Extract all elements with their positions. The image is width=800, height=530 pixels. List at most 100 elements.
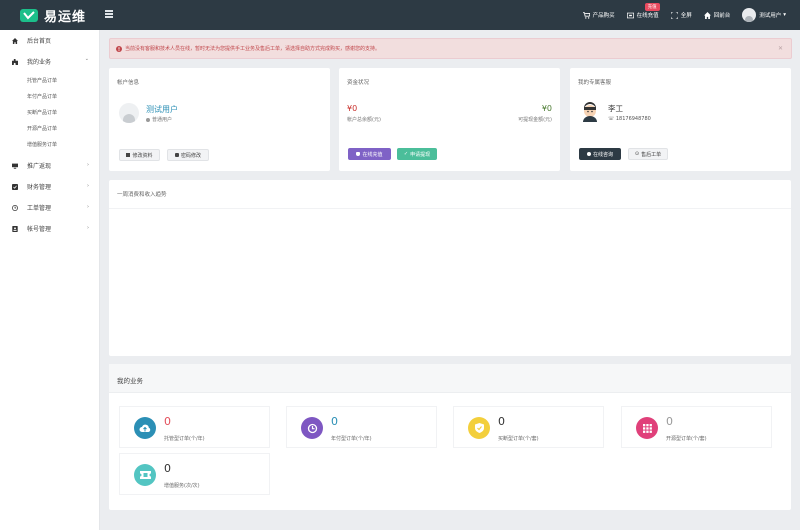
sidebar-subitem-label: 买断产品订单 xyxy=(27,109,58,116)
wallet-icon xyxy=(626,12,634,18)
business-item-label: 增值服务(次/次) xyxy=(164,483,200,489)
business-item-opensource[interactable]: 0 开源型订单(个/套) xyxy=(621,406,772,448)
top-link-recharge-label: 在线充值 xyxy=(636,13,659,19)
close-icon[interactable]: ✕ xyxy=(778,45,783,52)
account-user-type-label: 普通用户 xyxy=(152,117,173,123)
recharge-button[interactable]: 在线充值 xyxy=(348,148,391,160)
balance-value: ¥0 xyxy=(347,104,358,113)
offline-alert: 当前没有客服和技术人员在线，暂时无法为您提供手工业务及售后工单，请选择自助方式完… xyxy=(109,38,792,59)
business-item-label: 开源型订单(个/套) xyxy=(666,436,707,442)
lock-icon xyxy=(174,153,179,157)
status-dot-icon xyxy=(146,117,150,122)
card-title: 资金状况 xyxy=(347,80,370,86)
business-item-label: 年付型订单(个/年) xyxy=(331,436,372,442)
sidebar-subitem-label: 增值服务订单 xyxy=(27,141,58,148)
trend-chart-card: 一周消费和收入趋势 xyxy=(109,180,791,356)
account-user-type: 普通用户 xyxy=(146,116,172,123)
sidebar-item-business[interactable]: 我的业务 ⌄ xyxy=(0,51,99,72)
chevron-right-icon: › xyxy=(87,162,89,168)
sidebar-item-tickets[interactable]: 工单管理 › xyxy=(0,197,99,218)
sidebar-item-label: 我的业务 xyxy=(27,59,52,66)
sidebar-item-label: 财务管理 xyxy=(27,184,52,191)
aftersale-ticket-label: 售后工单 xyxy=(641,151,662,158)
chevron-right-icon: › xyxy=(87,183,89,189)
card-title: 我的专属客服 xyxy=(578,80,612,86)
sidebar-subitem-hosted-orders[interactable]: 托管产品订单 xyxy=(0,72,99,88)
shield-icon xyxy=(356,152,361,156)
cart-icon xyxy=(582,11,590,19)
user-menu-label: 测试用户 xyxy=(759,13,782,19)
check-icon: ✓ xyxy=(403,151,409,157)
chevron-right-icon: › xyxy=(87,225,89,231)
change-password-label: 密码修改 xyxy=(180,152,201,159)
change-password-button[interactable]: 密码修改 xyxy=(167,149,209,161)
menu-toggle-icon[interactable] xyxy=(105,10,113,18)
sidebar-subitem-label: 托管产品订单 xyxy=(27,77,58,84)
id-card-icon xyxy=(12,225,18,232)
shield-check-icon xyxy=(468,417,490,439)
home-icon xyxy=(12,37,18,44)
business-item-value: 0 xyxy=(498,415,505,428)
business-item-addon[interactable]: 0 增值服务(次/次) xyxy=(119,453,270,495)
check-square-icon xyxy=(12,183,18,190)
cloud-upload-icon xyxy=(134,417,156,439)
recharge-badge: 充值 xyxy=(644,3,660,11)
sidebar-subitem-addon-orders[interactable]: 增值服务订单 xyxy=(0,136,99,152)
business-item-annual[interactable]: 0 年付型订单(个/年) xyxy=(286,406,437,448)
fullscreen-icon xyxy=(670,11,678,19)
card-title: 帐户信息 xyxy=(117,80,140,86)
sidebar-subitem-opensource-orders[interactable]: 开源产品订单 xyxy=(0,120,99,136)
service-phone: ☏ 18176948780 xyxy=(608,116,651,122)
sidebar-item-label: 后台首页 xyxy=(27,38,52,45)
history-icon xyxy=(301,417,323,439)
top-link-frontend-label: 回前台 xyxy=(713,13,731,19)
chat-icon xyxy=(586,152,591,156)
sidebar-item-referral[interactable]: 推广返现 › xyxy=(0,155,99,176)
user-menu[interactable]: 测试用户 ▾ xyxy=(742,8,786,22)
grid-icon xyxy=(636,417,658,439)
brand-logo[interactable]: 易运维 xyxy=(0,0,100,30)
sidebar-item-label: 推广返现 xyxy=(27,163,52,170)
service-avatar xyxy=(580,102,600,122)
card-title: 一周消费和收入趋势 xyxy=(117,192,167,198)
top-link-buy-label: 产品购买 xyxy=(592,13,615,19)
ticket-icon: ⊙ xyxy=(634,151,640,157)
sidebar-subitem-label: 年付产品订单 xyxy=(27,93,58,100)
sidebar: 后台首页 我的业务 ⌄ 托管产品订单 年付产品订单 买断产品订单 开源产品订单 … xyxy=(0,30,100,530)
sidebar-item-finance[interactable]: 财务管理 › xyxy=(0,176,99,197)
logo-mark-icon xyxy=(20,8,38,22)
alert-circle-icon xyxy=(116,45,122,52)
sidebar-item-dashboard[interactable]: 后台首页 xyxy=(0,30,99,51)
consult-button[interactable]: 在线咨询 xyxy=(579,148,621,160)
business-item-buyout[interactable]: 0 买断型订单(个/套) xyxy=(453,406,604,448)
puzzle-icon xyxy=(12,58,18,65)
top-link-buy[interactable]: 产品购买 xyxy=(582,11,615,19)
sidebar-subitem-label: 开源产品订单 xyxy=(27,125,58,132)
recharge-label: 在线充值 xyxy=(362,151,383,158)
consult-label: 在线咨询 xyxy=(592,151,613,158)
top-link-fullscreen[interactable]: 全屏 xyxy=(670,11,692,19)
clock-icon xyxy=(12,204,18,211)
business-item-hosted[interactable]: 0 托管型订单(个/年) xyxy=(119,406,270,448)
service-phone-number: 18176948780 xyxy=(615,116,651,122)
sidebar-item-account[interactable]: 帐号管理 › xyxy=(0,218,99,239)
top-link-recharge[interactable]: 在线充值 充值 xyxy=(626,3,660,19)
account-avatar xyxy=(119,103,139,123)
business-item-label: 买断型订单(个/套) xyxy=(498,436,539,442)
account-info-card: 帐户信息 测试用户 普通用户 修改资料 密码修改 xyxy=(109,68,330,171)
edit-profile-label: 修改资料 xyxy=(132,152,153,159)
edit-icon xyxy=(126,153,131,157)
withdraw-button[interactable]: ✓ 申请提现 xyxy=(397,148,437,160)
sidebar-subitem-annual-orders[interactable]: 年付产品订单 xyxy=(0,88,99,104)
chevron-down-icon: ⌄ xyxy=(84,56,89,62)
business-item-value: 0 xyxy=(666,415,673,428)
sidebar-subitem-buyout-orders[interactable]: 买断产品订单 xyxy=(0,104,99,120)
phone-icon: ☏ xyxy=(608,116,616,122)
top-link-frontend[interactable]: 回前台 xyxy=(703,11,731,19)
withdrawable-label: 可提现金额(元) xyxy=(518,117,552,123)
aftersale-ticket-button[interactable]: ⊙ 售后工单 xyxy=(628,148,668,160)
withdraw-label: 申请提现 xyxy=(410,151,431,158)
top-link-fullscreen-label: 全屏 xyxy=(680,13,692,19)
edit-profile-button[interactable]: 修改资料 xyxy=(119,149,160,161)
user-menu-caret-icon: ▾ xyxy=(783,12,786,18)
